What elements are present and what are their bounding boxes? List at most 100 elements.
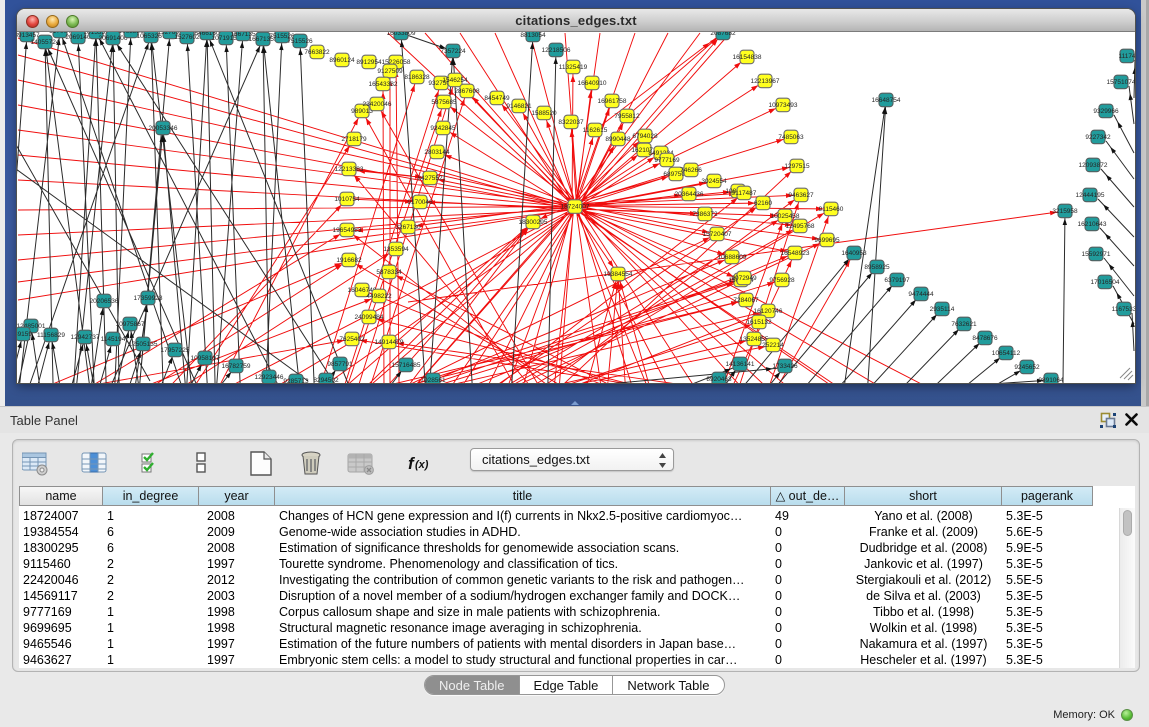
svg-text:1010754: 1010754 [334,196,360,203]
svg-text:3024554: 3024554 [701,178,727,185]
svg-text:62160: 62160 [754,200,772,207]
svg-text:17359928: 17359928 [134,295,163,302]
svg-text:9072949: 9072949 [731,275,757,282]
svg-text:9127509: 9127509 [377,68,403,75]
svg-text:9329966: 9329966 [1093,108,1119,115]
svg-text:2718179: 2718179 [341,136,367,143]
svg-text:1145194: 1145194 [101,336,126,343]
svg-text:8427552: 8427552 [417,175,443,182]
svg-text:15720407: 15720407 [703,231,732,238]
svg-text:7955812: 7955812 [614,113,640,120]
svg-text:18300295: 18300295 [519,219,548,226]
svg-text:1640953: 1640953 [841,250,867,257]
svg-text:2867608: 2867608 [454,88,480,95]
svg-text:12495768: 12495768 [786,223,815,230]
svg-text:17957225: 17957225 [161,347,190,354]
svg-text:9777169: 9777169 [654,157,680,164]
svg-text:10654112: 10654112 [992,350,1021,357]
svg-text:7515526: 7515526 [287,38,313,45]
svg-text:1916682: 1916682 [336,257,362,264]
svg-text:8186328: 8186328 [404,74,430,81]
svg-text:8960124: 8960124 [329,57,355,64]
svg-text:8958925: 8958925 [864,264,890,271]
svg-text:19384554: 19384554 [604,271,633,278]
svg-text:8990448: 8990448 [605,136,631,143]
svg-text:7357224: 7357224 [440,48,466,55]
svg-text:14136141: 14136141 [726,361,755,368]
svg-text:1733426: 1733426 [772,363,798,370]
svg-text:17016504: 17016504 [1091,279,1120,286]
svg-text:11156829: 11156829 [37,332,65,339]
svg-text:9699695: 9699695 [814,237,840,244]
svg-text:9242845: 9242845 [430,125,456,132]
svg-text:9891064: 9891064 [1038,377,1064,383]
svg-text:24099484: 24099484 [355,314,384,321]
svg-text:7663822: 7663822 [304,49,330,56]
svg-text:11174: 11174 [1118,53,1135,60]
svg-text:12213967: 12213967 [751,78,780,85]
svg-text:3215958: 3215958 [1052,208,1078,215]
svg-text:12444195: 12444195 [1076,192,1105,199]
svg-text:16648754: 16648754 [872,97,901,104]
svg-text:20206536: 20206536 [90,298,119,305]
svg-text:10958107: 10958107 [191,355,220,362]
svg-text:19654983: 19654983 [333,227,362,234]
svg-text:1588520: 1588520 [531,110,557,117]
svg-text:16120746: 16120746 [754,308,783,315]
svg-text:3267130: 3267130 [395,224,421,231]
svg-text:8454749: 8454749 [484,95,510,102]
svg-text:252214: 252214 [762,342,784,349]
svg-text:9170046: 9170046 [407,199,433,206]
svg-text:8322037: 8322037 [558,119,584,126]
svg-text:9756928: 9756928 [769,277,795,284]
svg-text:1297515: 1297515 [784,163,810,170]
svg-text:12218506: 12218506 [542,47,571,54]
svg-text:23420046: 23420046 [363,101,392,108]
svg-text:16033809: 16033809 [387,32,416,37]
svg-text:15592971: 15592971 [1082,251,1111,258]
svg-text:16210643: 16210643 [1078,221,1107,228]
svg-text:1546254: 1546254 [442,77,468,84]
svg-text:10975867: 10975867 [116,321,145,328]
svg-text:8294502: 8294502 [313,377,339,383]
svg-text:12923446: 12923446 [255,374,284,381]
svg-text:12505135: 12505135 [129,341,158,348]
svg-text:12093872: 12093872 [1079,162,1108,169]
svg-text:20364436: 20364436 [675,191,704,198]
svg-text:12213383: 12213383 [335,166,364,173]
svg-text:2803144: 2803144 [424,149,450,156]
svg-text:9285713: 9285713 [283,378,309,383]
svg-text:8478676: 8478676 [972,335,998,342]
svg-text:9474444: 9474444 [908,291,934,298]
svg-text:1615132: 1615132 [746,319,772,326]
svg-text:9463627: 9463627 [788,192,814,199]
svg-text:12942737: 12942737 [71,334,100,341]
svg-text:7284067: 7284067 [733,297,759,304]
svg-text:9227342: 9227342 [1085,134,1111,141]
svg-text:9115460: 9115460 [819,206,844,213]
svg-text:9245652: 9245652 [1014,364,1040,371]
svg-text:7386372: 7386372 [692,211,718,218]
svg-text:8913457: 8913457 [17,32,40,39]
svg-text:8813054: 8813054 [520,32,546,39]
svg-text:2935114: 2935114 [930,306,955,313]
svg-text:10688609: 10688609 [718,254,747,261]
svg-text:16961758: 16961758 [598,98,627,105]
svg-text:(x): (x) [415,459,429,471]
svg-text:7625402: 7625402 [339,336,365,343]
svg-text:6794028: 6794028 [632,133,658,140]
svg-text:20053346: 20053346 [149,125,178,132]
svg-text:16548923: 16548923 [781,250,810,257]
svg-text:5878334: 5878334 [376,269,402,276]
svg-text:15751074: 15751074 [1107,79,1135,86]
svg-text:14914479: 14914479 [375,339,404,346]
svg-text:14055724: 14055724 [31,39,60,46]
svg-text:39159: 39159 [17,331,32,338]
svg-text:9146821: 9146821 [506,103,532,110]
svg-text:2087682: 2087682 [710,32,736,37]
svg-text:4498222: 4498222 [366,293,392,300]
svg-text:6379197: 6379197 [884,277,910,284]
svg-text:20691406: 20691406 [99,35,128,42]
svg-text:16154838: 16154838 [733,54,762,61]
svg-text:8912954: 8912954 [356,59,382,66]
